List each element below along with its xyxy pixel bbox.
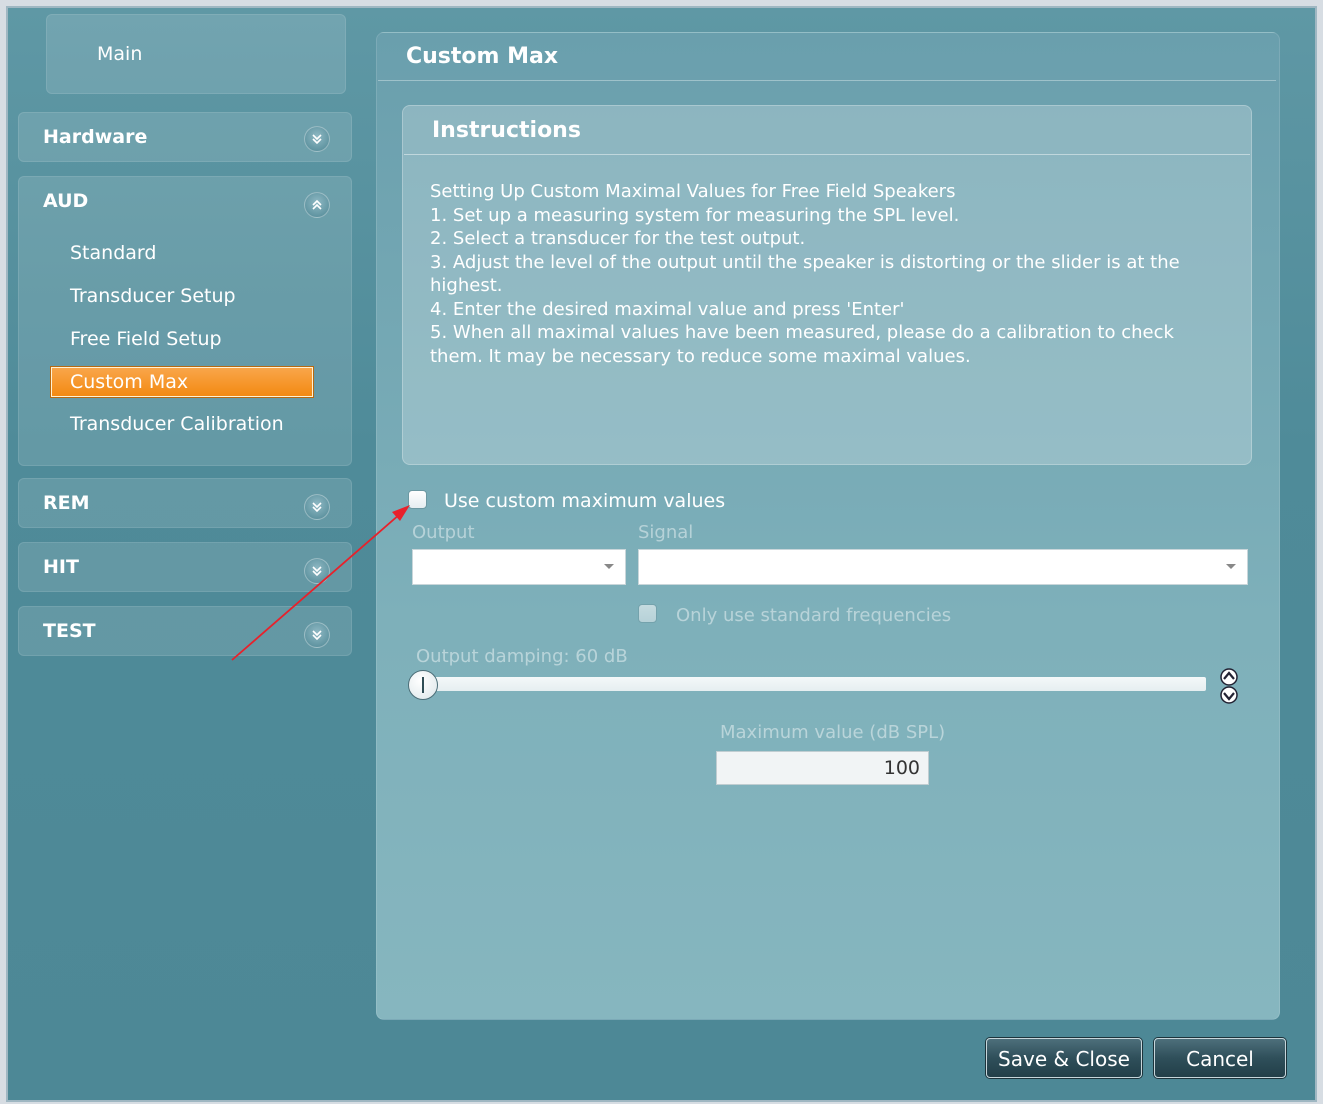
annotation-arrow	[231, 505, 410, 661]
